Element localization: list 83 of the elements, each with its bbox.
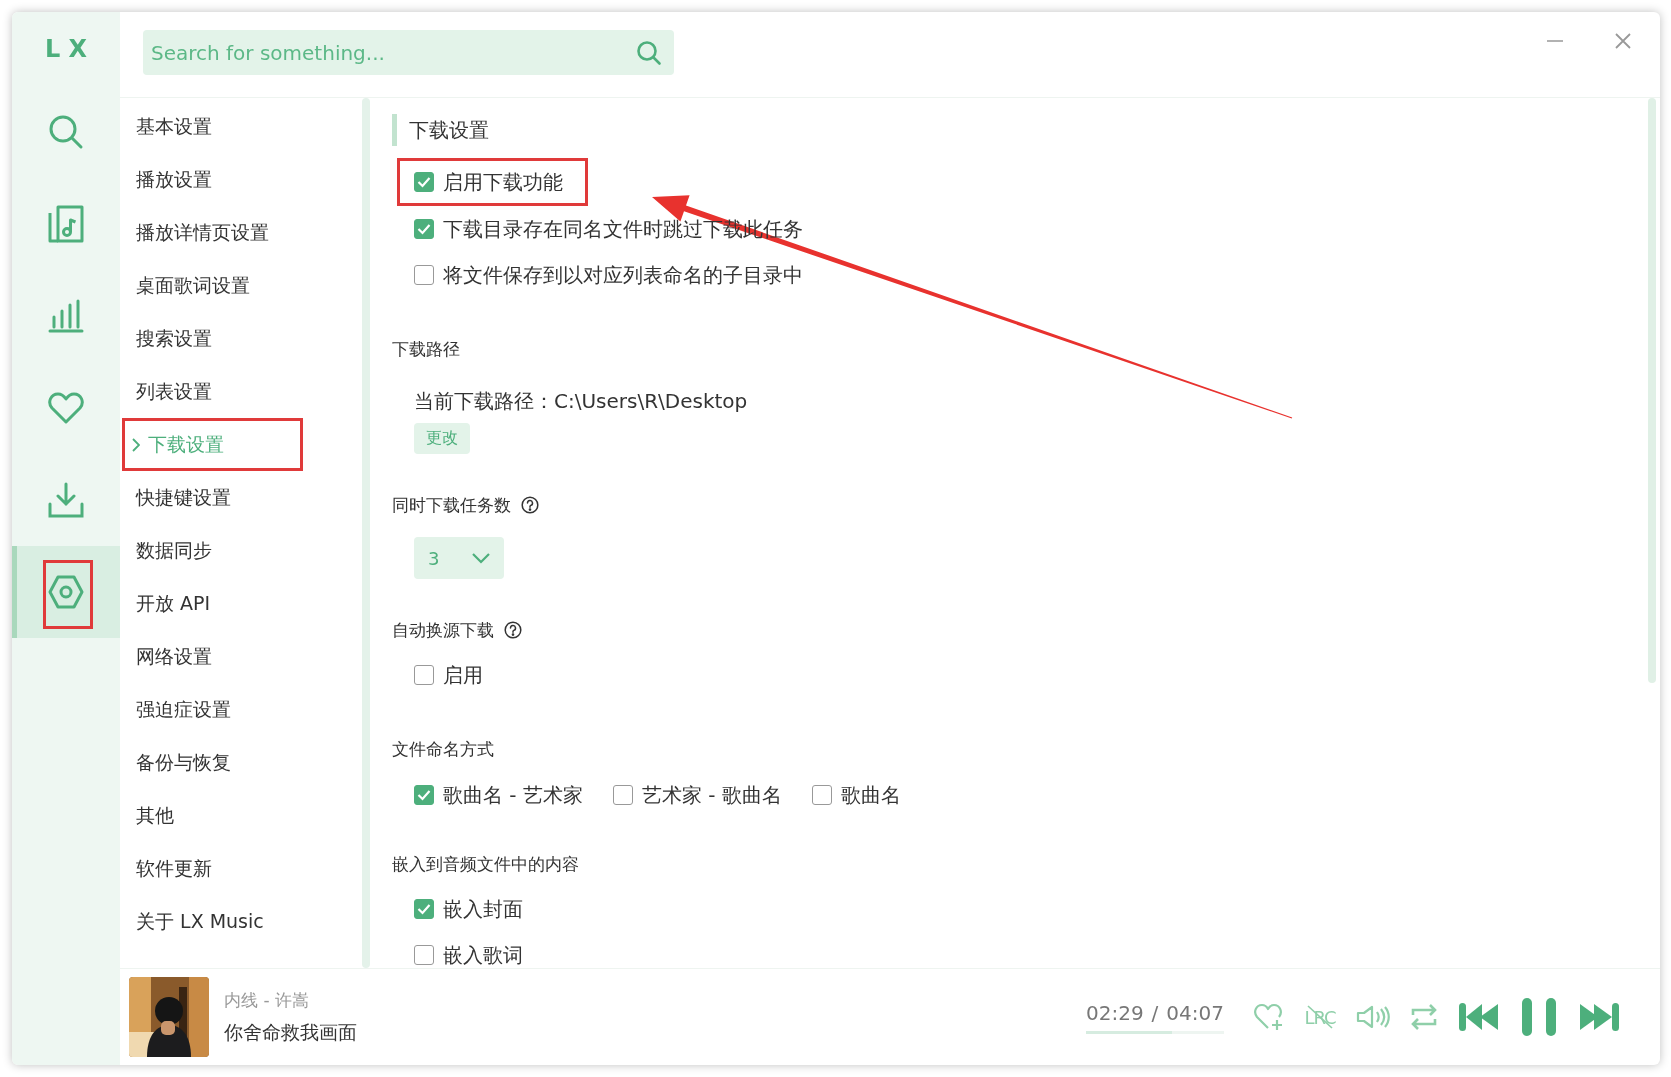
- settings-nav-item[interactable]: 网络设置: [120, 630, 360, 683]
- settings-nav-item[interactable]: 数据同步: [120, 524, 360, 577]
- settings-nav-item[interactable]: 播放设置: [120, 153, 360, 206]
- help-icon[interactable]: [521, 496, 539, 514]
- checkbox[interactable]: [414, 899, 434, 919]
- download-icon: [48, 482, 84, 518]
- checkbox-option[interactable]: 启用: [414, 652, 483, 698]
- settings-nav-item[interactable]: 开放 API: [120, 577, 360, 630]
- settings-nav-item[interactable]: 其他: [120, 789, 360, 842]
- search-icon: [636, 40, 662, 66]
- nav-label: 播放设置: [136, 166, 212, 192]
- nav-label: 数据同步: [136, 537, 212, 563]
- nav-label: 基本设置: [136, 113, 212, 139]
- nav-label: 列表设置: [136, 378, 212, 404]
- checkbox-option[interactable]: 启用下载功能: [397, 158, 588, 206]
- close-icon[interactable]: [1614, 32, 1632, 50]
- subsection-title: 文件命名方式: [392, 737, 494, 761]
- chevron-icon: [132, 437, 140, 452]
- settings-nav-item[interactable]: 快捷键设置: [120, 471, 360, 524]
- next-icon[interactable]: [1578, 1001, 1620, 1033]
- music-file-icon: [48, 205, 84, 243]
- settings-nav-item[interactable]: 基本设置: [120, 100, 360, 153]
- path-text: 当前下载路径：C:\Users\R\Desktop: [414, 388, 749, 415]
- checkbox-option[interactable]: 艺术家 - 歌曲名: [612, 777, 782, 813]
- nav-label: 关于 LX Music: [136, 908, 264, 934]
- current-time: 02:29: [1085, 1000, 1144, 1025]
- subsection-title: 自动换源下载: [392, 618, 494, 642]
- nav-label: 开放 API: [136, 590, 211, 616]
- minimize-icon[interactable]: [1546, 39, 1564, 43]
- subsection-title: 下载路径: [392, 337, 460, 361]
- search-field[interactable]: Search for something...: [143, 30, 674, 75]
- checkbox-option[interactable]: 歌曲名: [811, 777, 901, 813]
- checkbox[interactable]: [811, 785, 832, 805]
- checkbox[interactable]: [414, 945, 434, 965]
- search-icon: [48, 114, 84, 150]
- settings-nav-item[interactable]: 桌面歌词设置: [120, 259, 360, 312]
- nav-label: 其他: [136, 802, 174, 828]
- rail-item-selected[interactable]: [12, 546, 120, 638]
- pause-icon[interactable]: [1520, 997, 1558, 1037]
- settings-icon: [48, 575, 84, 609]
- checkbox[interactable]: [414, 785, 434, 805]
- repeat-icon[interactable]: [1410, 1003, 1438, 1031]
- nav-label: 网络设置: [136, 643, 212, 669]
- checkbox[interactable]: [414, 172, 434, 192]
- app-logo: L X: [43, 34, 89, 65]
- checkbox-option[interactable]: 嵌入歌词: [414, 932, 523, 968]
- nav-label: 下载设置: [148, 431, 224, 457]
- heart-plus-icon[interactable]: [1254, 1003, 1284, 1031]
- nav-label: 快捷键设置: [136, 484, 231, 510]
- checkbox[interactable]: [414, 665, 434, 685]
- checkbox[interactable]: [414, 219, 434, 239]
- settings-nav-item[interactable]: 搜索设置: [120, 312, 360, 365]
- nav-label: 备份与恢复: [136, 749, 231, 775]
- song-title: 内线 - 许嵩: [224, 988, 310, 1012]
- checkbox-option[interactable]: 将文件保存到以对应列表命名的子目录中: [414, 252, 803, 298]
- checkbox-option[interactable]: 嵌入封面: [414, 886, 523, 932]
- nav-label: 强迫症设置: [136, 696, 231, 722]
- checkbox[interactable]: [612, 785, 633, 805]
- settings-nav-item[interactable]: 强迫症设置: [120, 683, 360, 736]
- nav-label: 播放详情页设置: [136, 219, 269, 245]
- nav-label: 软件更新: [136, 855, 212, 881]
- checkbox[interactable]: [414, 265, 434, 285]
- bar-chart-icon: [48, 299, 84, 333]
- time-separator: /: [1151, 1000, 1159, 1025]
- settings-nav-item[interactable]: 播放详情页设置: [120, 206, 360, 259]
- settings-nav-item[interactable]: 备份与恢复: [120, 736, 360, 789]
- duration: 04:07: [1166, 1000, 1224, 1025]
- checkbox-option[interactable]: 歌曲名 - 艺术家: [414, 777, 583, 813]
- settings-nav-item[interactable]: 关于 LX Music: [120, 895, 360, 948]
- volume-icon[interactable]: [1356, 1004, 1390, 1030]
- lyric-line: 你舍命救我画面: [224, 1019, 357, 1045]
- chevron-down-icon: [472, 552, 490, 564]
- settings-nav-item[interactable]: 列表设置: [120, 365, 360, 418]
- heart-icon: [48, 392, 84, 424]
- annotation-box: [43, 560, 93, 629]
- help-icon[interactable]: [504, 621, 522, 639]
- nav-label: 桌面歌词设置: [136, 272, 250, 298]
- subsection-title: 嵌入到音频文件中的内容: [392, 852, 579, 876]
- scrollbar[interactable]: [362, 98, 370, 968]
- settings-nav-item[interactable]: 软件更新: [120, 842, 360, 895]
- nav-label: 搜索设置: [136, 325, 212, 351]
- subsection-title: 同时下载任务数: [392, 493, 511, 517]
- previous-icon[interactable]: [1458, 1001, 1500, 1033]
